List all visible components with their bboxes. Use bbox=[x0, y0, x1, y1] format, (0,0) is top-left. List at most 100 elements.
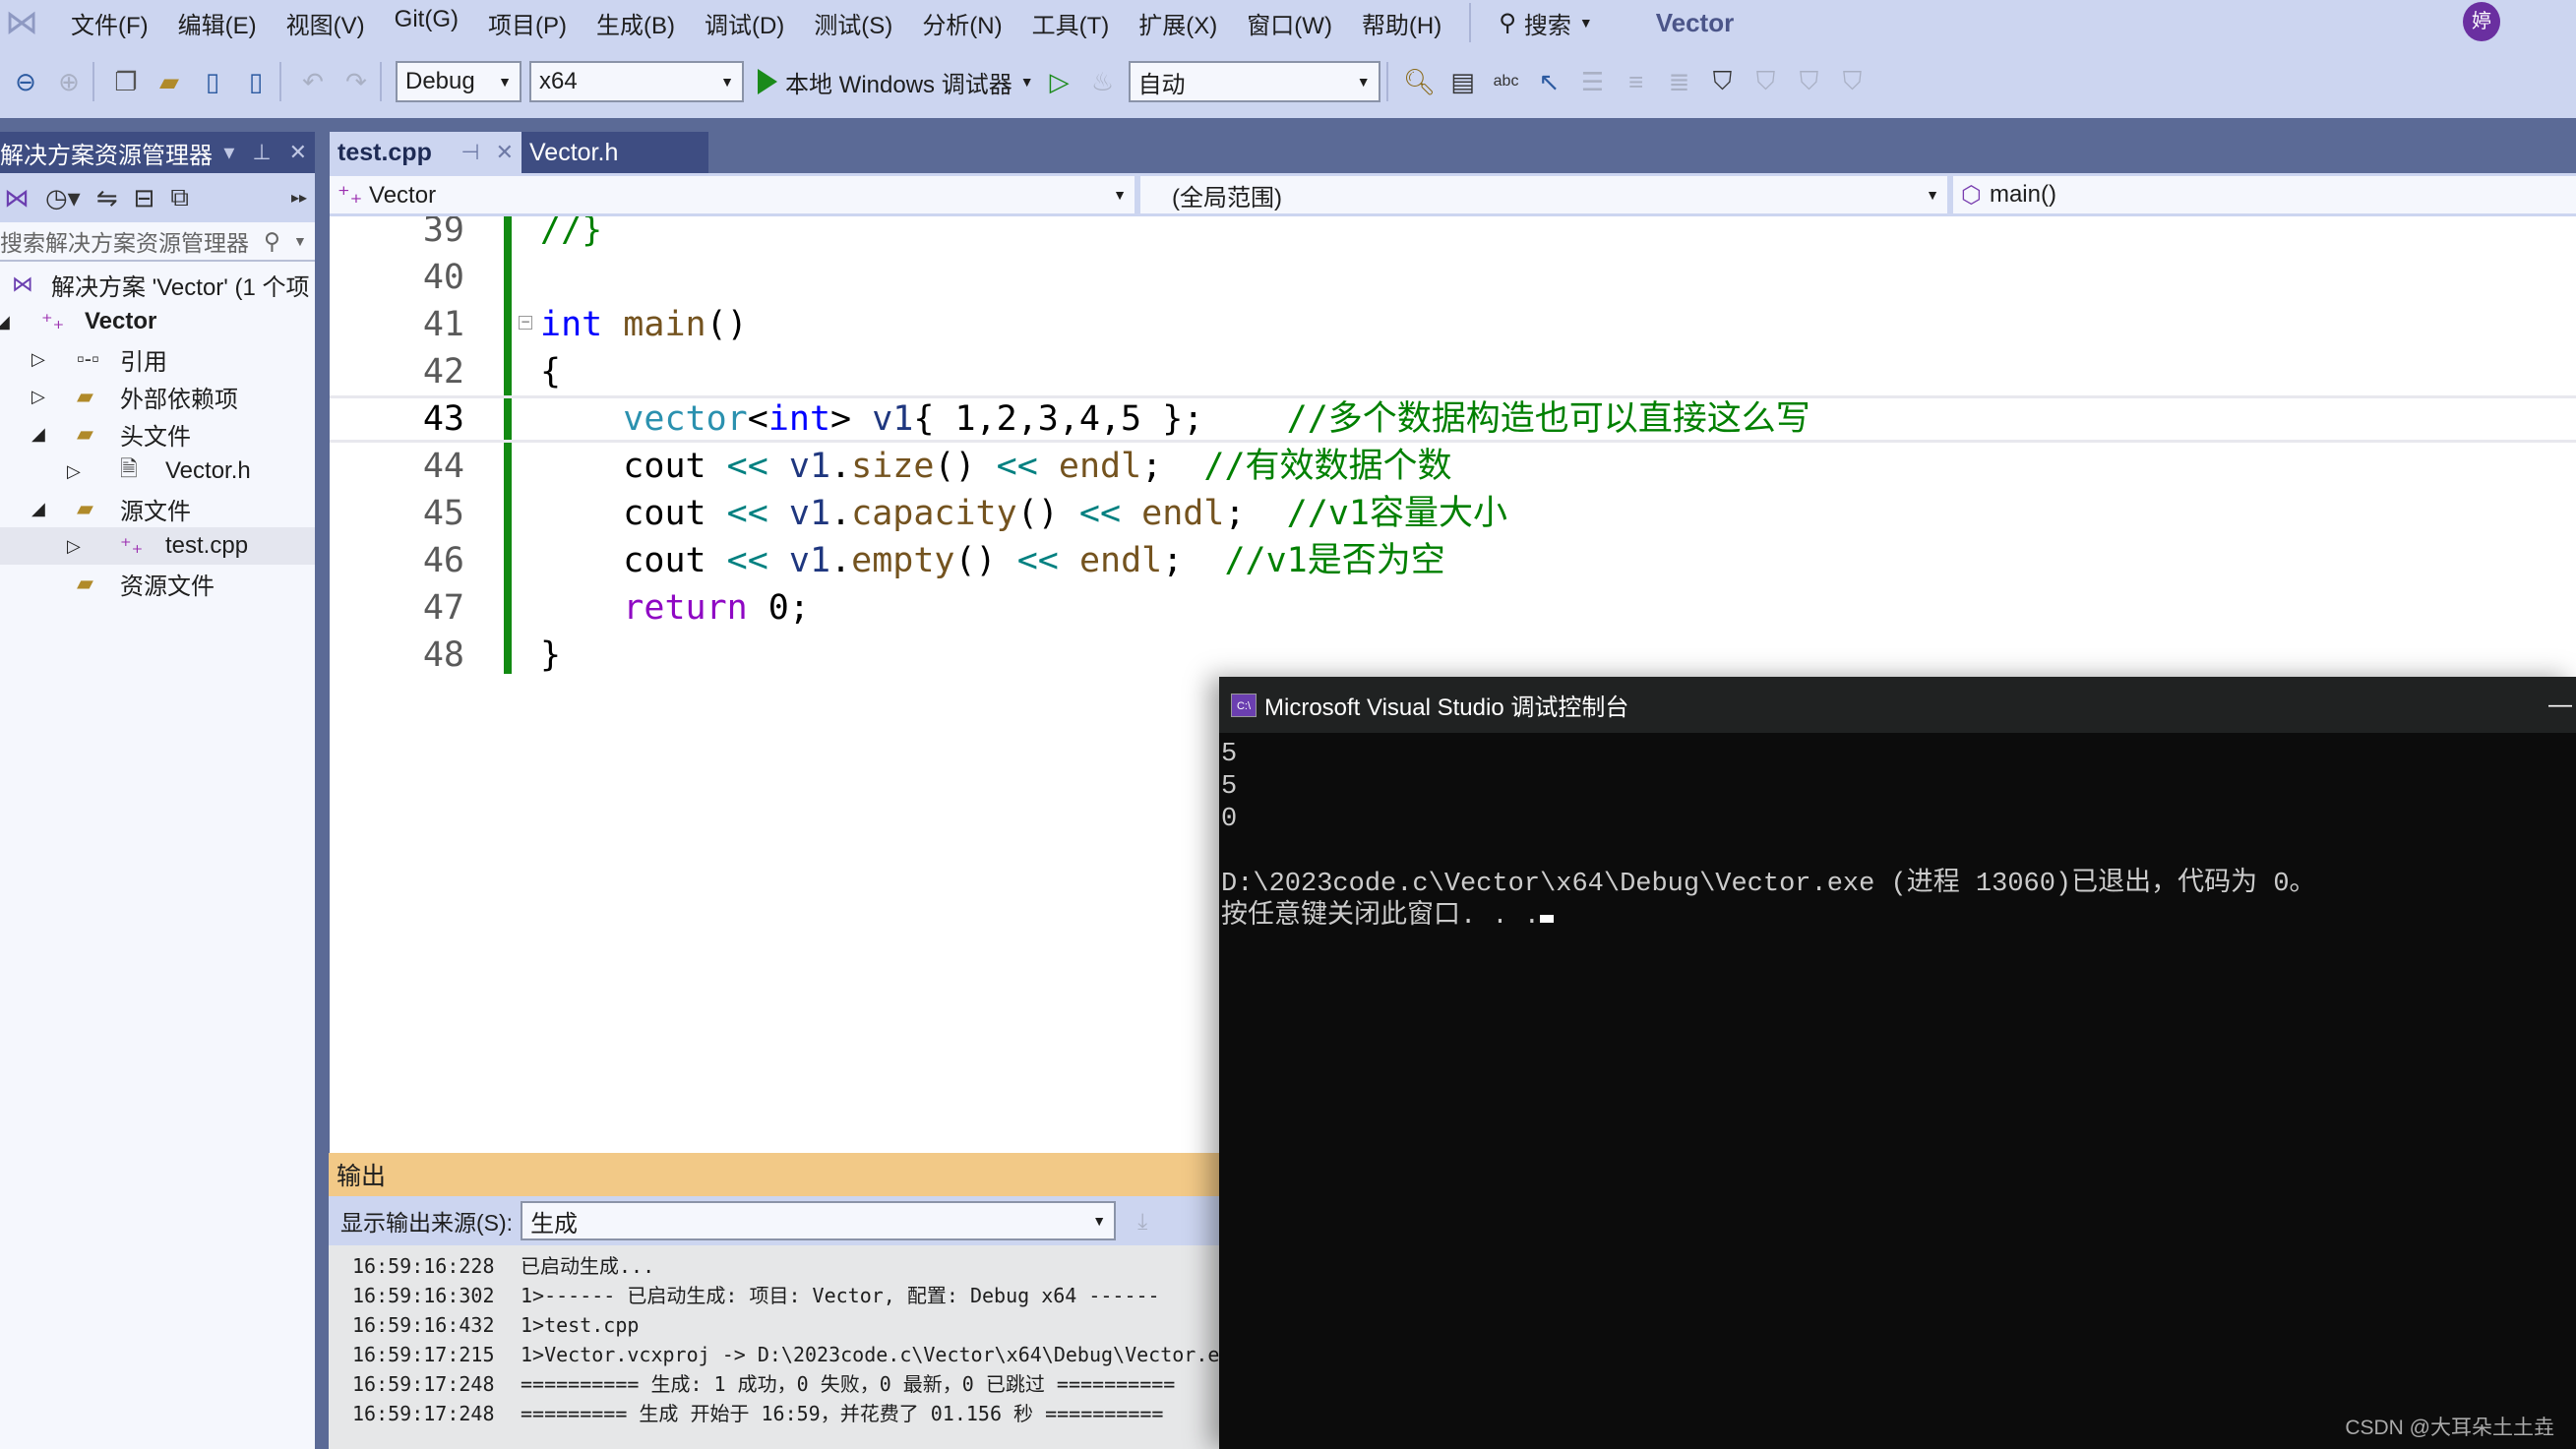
redo-icon[interactable]: ↷ bbox=[338, 64, 374, 99]
member-dropdown[interactable]: ⬡ main() bbox=[1953, 176, 2576, 213]
show-all-files-icon[interactable]: ⧉ bbox=[170, 182, 189, 213]
menu-item[interactable]: 分析(N) bbox=[922, 6, 1002, 40]
tree-item[interactable]: ⋈ 解决方案 'Vector' (1 个项 bbox=[0, 266, 315, 303]
menu-item[interactable]: 生成(B) bbox=[596, 6, 675, 40]
project-dropdown[interactable]: ⁺₊ Vector ▼ bbox=[330, 176, 1135, 213]
code-line[interactable]: 40 bbox=[330, 254, 2576, 301]
search-input[interactable]: 搜索解决方案资源管理器 bbox=[0, 224, 264, 258]
splitter[interactable] bbox=[315, 132, 330, 1449]
open-folder-icon[interactable]: ▰ bbox=[152, 64, 187, 99]
undo-icon[interactable]: ↶ bbox=[295, 64, 331, 99]
configuration-dropdown[interactable]: Debug ▼ bbox=[396, 61, 521, 102]
more-icon[interactable]: ▸▸ bbox=[291, 188, 307, 208]
output-text: 已启动生成... bbox=[521, 1254, 655, 1278]
menu-item[interactable]: 视图(V) bbox=[286, 6, 365, 40]
prev-bookmark-icon[interactable]: ⛉ bbox=[1748, 64, 1784, 99]
code-line[interactable]: 46 cout << v1.empty() << endl; //v1是否为空 bbox=[330, 537, 2576, 584]
chevron-down-icon[interactable]: ▾ bbox=[223, 140, 234, 165]
pin-icon[interactable]: ⊣ bbox=[460, 140, 479, 165]
collapsed-arrow-icon[interactable]: ▷ bbox=[31, 349, 45, 370]
output-source-dropdown[interactable]: 生成 ▼ bbox=[521, 1201, 1117, 1240]
tree-item[interactable]: ▷ 🗎 Vector.h bbox=[0, 453, 315, 490]
scope-dropdown[interactable]: (全局范围) ▼ bbox=[1140, 176, 1947, 213]
clear-bookmarks-icon[interactable]: ⛉ bbox=[1835, 64, 1871, 99]
collapse-all-icon[interactable]: ⊟ bbox=[134, 183, 155, 213]
start-without-debugging-icon[interactable]: ▷ bbox=[1042, 64, 1077, 99]
expanded-arrow-icon[interactable]: ◢ bbox=[31, 424, 45, 445]
back-icon[interactable]: ⊖ bbox=[8, 64, 43, 99]
expanded-arrow-icon[interactable]: ◢ bbox=[31, 499, 45, 519]
cursor-icon[interactable]: ↖ bbox=[1532, 64, 1567, 99]
tree-item-label: 引用 bbox=[120, 348, 167, 376]
chevron-down-icon[interactable]: ▼ bbox=[293, 233, 315, 249]
indent-icon[interactable]: ≡ bbox=[1619, 64, 1654, 99]
code-line[interactable]: 45 cout << v1.capacity() << endl; //v1容量… bbox=[330, 490, 2576, 537]
search-icon[interactable]: ⚲ bbox=[264, 228, 293, 255]
menu-bar: ⋈ 文件(F) 编辑(E) 视图(V) Git(G) 项目(P) 生成(B) 调试(D) 测试… bbox=[0, 0, 2576, 45]
avatar[interactable]: 婷 bbox=[2463, 2, 2500, 41]
minimize-icon[interactable]: — bbox=[2548, 692, 2572, 719]
hot-reload-icon[interactable]: ♨ bbox=[1085, 64, 1121, 99]
collapse-icon[interactable]: − bbox=[519, 316, 532, 330]
collapsed-arrow-icon[interactable]: ▷ bbox=[67, 536, 81, 557]
code-line[interactable]: 47 return 0; bbox=[330, 584, 2576, 632]
code-token: cout bbox=[623, 494, 706, 533]
close-icon[interactable]: ✕ bbox=[496, 140, 514, 165]
menu-item[interactable]: 项目(P) bbox=[488, 6, 567, 40]
auto-dropdown[interactable]: 自动 ▼ bbox=[1128, 61, 1380, 102]
tree-item[interactable]: ◢ ▰ 头文件 bbox=[0, 415, 315, 453]
menu-item[interactable]: 扩展(X) bbox=[1138, 6, 1217, 40]
code-token: << bbox=[1058, 494, 1142, 533]
pending-changes-icon[interactable]: ◷▾ bbox=[45, 183, 81, 213]
spell-check-icon[interactable]: abc bbox=[1489, 64, 1524, 99]
bookmark-icon[interactable]: ⛉ bbox=[1705, 64, 1741, 99]
code-token: main bbox=[623, 305, 706, 344]
menu-item[interactable]: 窗口(W) bbox=[1247, 6, 1332, 40]
code-line[interactable]: 44 cout << v1.size() << endl; //有效数据个数 bbox=[330, 443, 2576, 490]
close-icon[interactable]: ✕ bbox=[289, 140, 307, 165]
code-line[interactable]: 42 { bbox=[330, 348, 2576, 395]
find-message-icon[interactable]: ⤓ bbox=[1137, 1208, 1147, 1235]
forward-icon[interactable]: ⊕ bbox=[51, 64, 87, 99]
code-line[interactable]: 41 − int main() bbox=[330, 301, 2576, 348]
platform-dropdown[interactable]: x64 ▼ bbox=[529, 61, 744, 102]
search-button[interactable]: ⚲ 搜索 ▼ bbox=[1499, 6, 1592, 40]
solution-icon: ⋈ bbox=[12, 272, 33, 296]
menu-item[interactable]: 文件(F) bbox=[71, 6, 149, 40]
menu-item[interactable]: 工具(T) bbox=[1032, 6, 1110, 40]
window-layout-icon[interactable]: ▤ bbox=[1445, 64, 1481, 99]
save-all-icon[interactable]: ▯ bbox=[238, 64, 274, 99]
code-line[interactable]: 39 //} bbox=[330, 216, 2576, 254]
code-line[interactable]: 48} bbox=[330, 632, 2576, 679]
tab-test-cpp[interactable]: test.cpp ⊣ ✕ bbox=[330, 132, 521, 173]
debug-console-window[interactable]: C:\ Microsoft Visual Studio 调试控制台 — 5 5 0 D… bbox=[1219, 677, 2576, 1449]
tree-item[interactable]: ▷ ▫-▫ 引用 bbox=[0, 340, 315, 378]
new-project-icon[interactable]: ❐ bbox=[108, 64, 144, 99]
menu-item[interactable]: 调试(D) bbox=[705, 6, 784, 40]
next-bookmark-icon[interactable]: ⛉ bbox=[1792, 64, 1827, 99]
tree-item[interactable]: ▷ ▰ 外部依赖项 bbox=[0, 378, 315, 415]
save-icon[interactable]: ▯ bbox=[195, 64, 230, 99]
sync-icon[interactable]: ⇋ bbox=[96, 183, 118, 213]
menu-item[interactable]: 测试(S) bbox=[814, 6, 892, 40]
outdent-icon[interactable]: ≣ bbox=[1662, 64, 1697, 99]
find-in-files-icon[interactable]: 🔍︎ bbox=[1402, 64, 1438, 99]
pin-icon[interactable]: ⊥ bbox=[252, 140, 271, 165]
tree-item[interactable]: ◢ ▰ 源文件 bbox=[0, 490, 315, 527]
solution-explorer-search[interactable]: 搜索解决方案资源管理器 ⚲ ▼ bbox=[0, 222, 315, 262]
collapsed-arrow-icon[interactable]: ▷ bbox=[31, 387, 45, 407]
menu-item[interactable]: Git(G) bbox=[395, 6, 459, 40]
tree-item[interactable]: ▷ ⁺₊ test.cpp bbox=[0, 527, 315, 565]
comment-icon[interactable]: ☰ bbox=[1575, 64, 1611, 99]
switch-views-icon[interactable]: ⋈ bbox=[4, 183, 30, 213]
tree-item[interactable]: ▰ 资源文件 bbox=[0, 565, 315, 602]
menu-item[interactable]: 帮助(H) bbox=[1362, 6, 1441, 40]
collapsed-arrow-icon[interactable]: ▷ bbox=[67, 461, 81, 482]
tab-vector-h[interactable]: Vector.h bbox=[521, 132, 708, 173]
tree-item[interactable]: ◢ ⁺₊ Vector bbox=[0, 303, 315, 340]
start-debugging-button[interactable]: 本地 Windows 调试器 ▼ bbox=[758, 65, 1034, 99]
expanded-arrow-icon[interactable]: ◢ bbox=[0, 312, 10, 332]
code-line[interactable]: 43 vector<int> v1{ 1,2,3,4,5 }; //多个数据构造… bbox=[330, 395, 2576, 443]
menu-item[interactable]: 编辑(E) bbox=[178, 6, 257, 40]
